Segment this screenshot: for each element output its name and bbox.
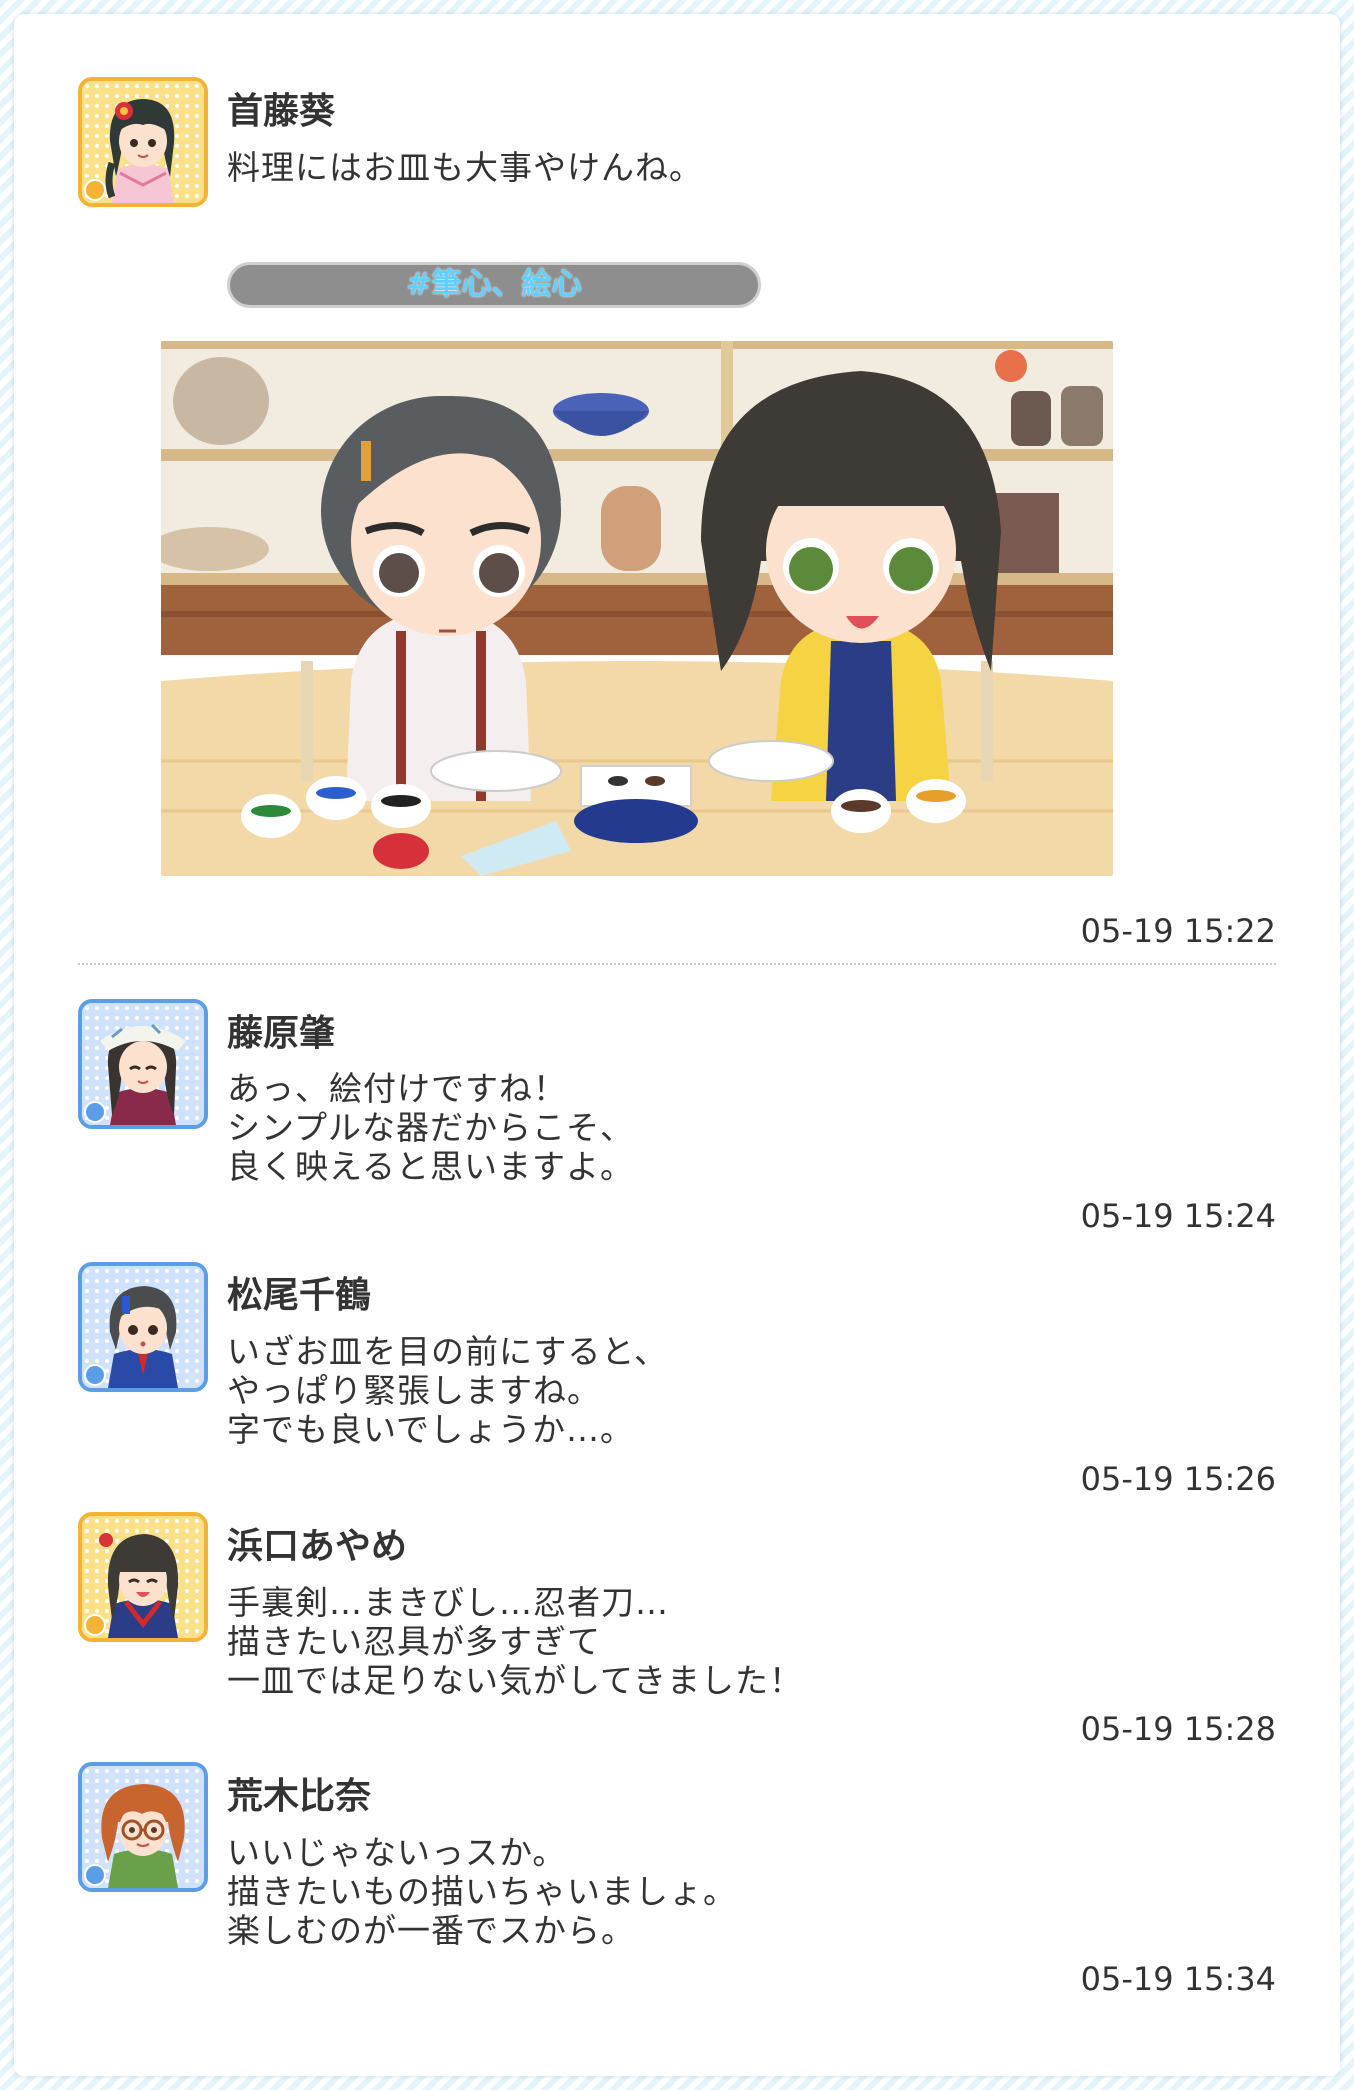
post-photo[interactable] <box>161 341 1113 876</box>
flower-badge-icon <box>84 1614 106 1636</box>
post-text-line: 描きたいもの描いちゃいましょ。 <box>227 1872 737 1911</box>
author-name[interactable]: 藤原肇 <box>227 1014 335 1054</box>
author-name[interactable]: 首藤葵 <box>227 92 335 132</box>
post-timestamp: 05-19 15:28 <box>1080 1710 1276 1748</box>
author-name[interactable]: 浜口あやめ <box>227 1527 407 1567</box>
author-name[interactable]: 松尾千鶴 <box>227 1276 371 1316</box>
post-text-line: 楽しむのが一番でスから。 <box>227 1911 635 1950</box>
post-timestamp: 05-19 15:22 <box>1080 912 1276 950</box>
post-text-line: やっぱり緊張しますね。 <box>227 1371 601 1410</box>
post-text-line: 描きたい忍具が多すぎて <box>227 1622 601 1661</box>
avatar-matsuo-chizuru[interactable] <box>78 1262 208 1392</box>
post-text-line: 料理にはお皿も大事やけんね。 <box>227 148 703 187</box>
post-text: いいじゃないっスか。 描きたいもの描いちゃいましょ。 楽しむのが一番でスから。 <box>227 1833 737 1950</box>
flower-badge-icon <box>84 179 106 201</box>
post-text-line: いざお皿を目の前にすると、 <box>227 1332 669 1371</box>
post-text-line: 字でも良いでしょうか…。 <box>227 1410 635 1449</box>
avatar-fujiwara-hajime[interactable] <box>78 999 208 1129</box>
post-text-line: シンプルな器だからこそ、 <box>227 1108 635 1147</box>
post-text-line: 良く映えると思いますよ。 <box>227 1147 635 1186</box>
post-text-line: あっ、絵付けですね！ <box>227 1069 567 1108</box>
author-name[interactable]: 荒木比奈 <box>227 1777 371 1817</box>
diamond-badge-icon <box>84 1101 106 1123</box>
feed-card: 首藤葵 料理にはお皿も大事やけんね。 #筆心、絵心 05-19 15:22 藤原… <box>14 14 1340 2076</box>
post-text: 料理にはお皿も大事やけんね。 <box>227 148 703 187</box>
post-text: あっ、絵付けですね！ シンプルな器だからこそ、 良く映えると思いますよ。 <box>227 1069 634 1186</box>
avatar-shuto-aoi[interactable] <box>78 77 208 207</box>
avatar-araki-hina[interactable] <box>78 1762 208 1892</box>
post-timestamp: 05-19 15:24 <box>1080 1197 1276 1235</box>
post-text: いざお皿を目の前にすると、 やっぱり緊張しますね。 字でも良いでしょうか…。 <box>227 1332 668 1449</box>
post-text-line: いいじゃないっスか。 <box>227 1833 567 1872</box>
post-text-line: 手裏剣…まきびし…忍者刀… <box>227 1583 669 1622</box>
hashtag-pill[interactable]: #筆心、絵心 <box>227 262 761 308</box>
diamond-badge-icon <box>84 1864 106 1886</box>
post-text-line: 一皿では足りない気がしてきました！ <box>227 1661 804 1700</box>
post-text: 手裏剣…まきびし…忍者刀… 描きたい忍具が多すぎて 一皿では足りない気がしてきま… <box>227 1583 803 1700</box>
diamond-badge-icon <box>84 1364 106 1386</box>
post-timestamp: 05-19 15:26 <box>1080 1460 1276 1498</box>
thread-divider <box>78 963 1276 965</box>
avatar-hamaguchi-ayame[interactable] <box>78 1512 208 1642</box>
post-timestamp: 05-19 15:34 <box>1080 1960 1276 1998</box>
